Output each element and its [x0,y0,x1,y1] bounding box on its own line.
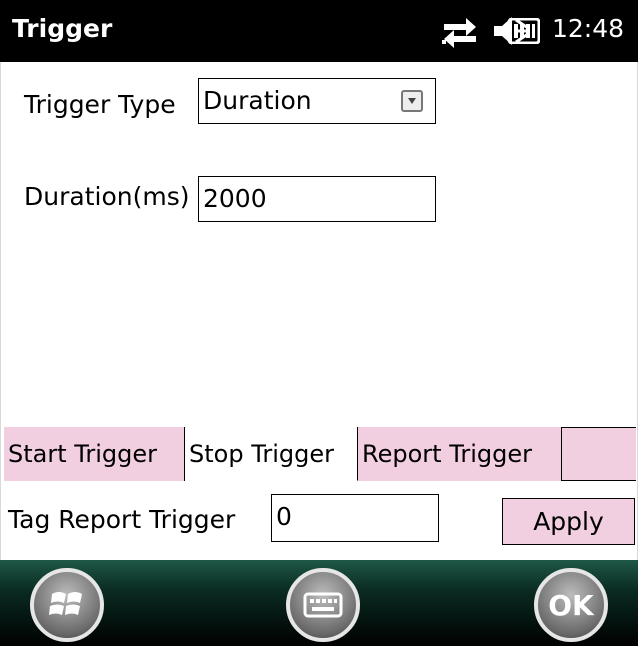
ok-label: OK [548,589,594,622]
trigger-type-value: Duration [203,86,312,115]
battery-icon[interactable] [504,17,541,48]
tab-report-trigger[interactable]: Report Trigger [358,427,562,481]
tab-stop-trigger[interactable]: Stop Trigger [185,427,358,481]
chevron-down-icon[interactable] [401,90,423,112]
softkey-bar: OK [0,560,638,646]
duration-value: 2000 [203,184,267,213]
trigger-type-select[interactable]: Duration [198,78,436,124]
tag-report-trigger-label: Tag Report Trigger [8,505,236,534]
tab-bar: Start Trigger Stop Trigger Report Trigge… [4,427,636,481]
status-clock: 12:48 [552,14,625,43]
tab-start-trigger[interactable]: Start Trigger [4,427,185,481]
duration-input[interactable]: 2000 [198,176,436,222]
window-title: Trigger [12,14,113,43]
sync-arrows-icon[interactable] [440,14,480,52]
ok-button[interactable]: OK [534,568,608,642]
windows-start-icon [49,592,82,615]
duration-label: Duration(ms) [24,182,190,211]
tag-report-trigger-value: 0 [276,502,292,531]
title-bar: Trigger 12:48 [0,0,638,62]
keyboard-button[interactable] [286,568,360,642]
tag-report-trigger-input[interactable]: 0 [271,494,439,542]
start-button[interactable] [30,568,104,642]
apply-button[interactable]: Apply [502,498,635,545]
keyboard-icon [303,592,343,618]
trigger-type-label: Trigger Type [24,90,176,119]
